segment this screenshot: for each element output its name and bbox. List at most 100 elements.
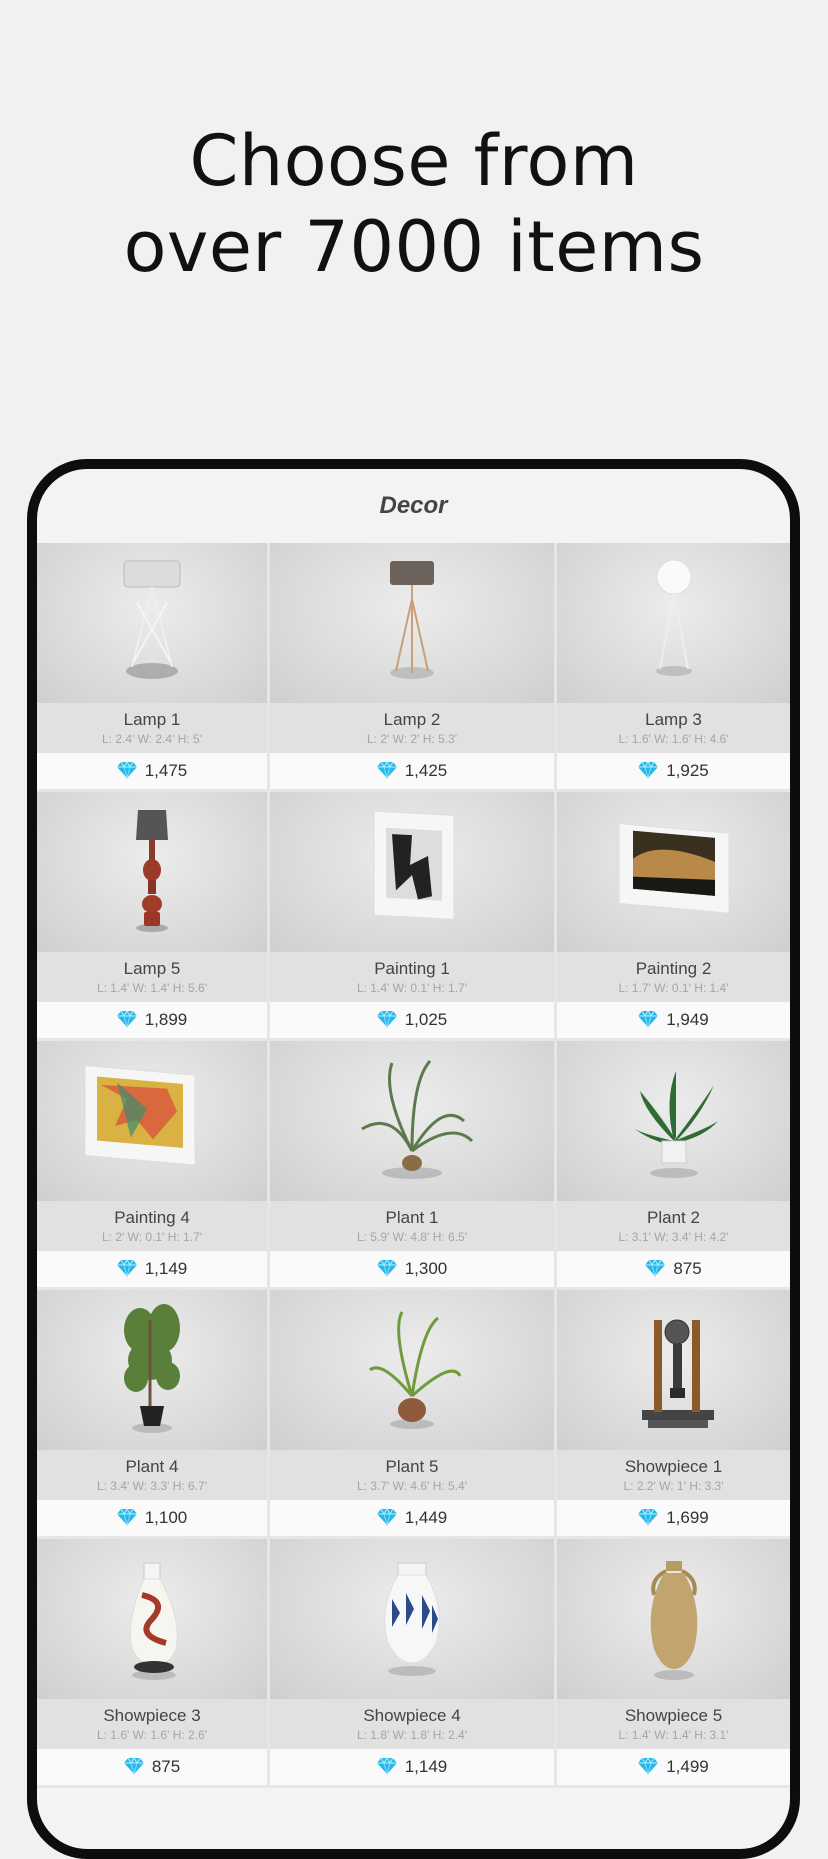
item-name: Showpiece 5	[624, 1706, 723, 1725]
item-price-value: 1,449	[404, 1508, 448, 1527]
item-image	[270, 1041, 554, 1201]
promo-headline: Choose from over 7000 items	[0, 118, 828, 290]
item-price-value: 1,025	[404, 1010, 448, 1029]
item-dimensions: L: 1.8' W: 1.8' H: 2.4'	[356, 1728, 468, 1742]
item-card[interactable]: Painting 2 L: 1.7' W: 0.1' H: 1.4' 1,949	[557, 792, 790, 1041]
item-price[interactable]: 1,025	[270, 1002, 554, 1038]
item-grid: Lamp 1 L: 2.4' W: 2.4' H: 5' 1,475 Lamp 2 L:…	[37, 543, 790, 1788]
item-image	[557, 1290, 790, 1450]
item-card[interactable]: Plant 5 L: 3.7' W: 4.6' H: 5.4' 1,449	[270, 1290, 557, 1539]
item-price-value: 1,149	[144, 1259, 188, 1278]
diamond-icon	[638, 1508, 666, 1527]
item-price[interactable]: 1,100	[37, 1500, 267, 1536]
item-card[interactable]: Lamp 1 L: 2.4' W: 2.4' H: 5' 1,475	[37, 543, 270, 792]
item-dimensions: L: 1.4' W: 1.4' H: 5.6'	[96, 981, 208, 995]
item-dimensions: L: 1.7' W: 0.1' H: 1.4'	[618, 981, 729, 995]
item-card[interactable]: Showpiece 5 L: 1.4' W: 1.4' H: 3.1' 1,499	[557, 1539, 790, 1788]
item-card[interactable]: Showpiece 3 L: 1.6' W: 1.6' H: 2.6' 875	[37, 1539, 270, 1788]
item-price[interactable]: 1,300	[270, 1251, 554, 1287]
item-name: Painting 2	[635, 959, 712, 978]
diamond-icon	[376, 1259, 405, 1278]
item-card[interactable]: Plant 4 L: 3.4' W: 3.3' H: 6.7' 1,100	[37, 1290, 270, 1539]
diamond-icon	[638, 1757, 666, 1776]
item-price[interactable]: 1,425	[270, 753, 554, 789]
item-card[interactable]: Plant 2 L: 3.1' W: 3.4' H: 4.2' 875	[557, 1041, 790, 1290]
item-price[interactable]: 875	[557, 1251, 790, 1287]
item-price[interactable]: 1,149	[37, 1251, 267, 1287]
item-info: Showpiece 4 L: 1.8' W: 1.8' H: 2.4'	[270, 1699, 554, 1749]
item-image	[37, 792, 267, 952]
item-price[interactable]: 1,699	[557, 1500, 790, 1536]
item-price-value: 1,300	[404, 1259, 448, 1278]
item-dimensions: L: 3.7' W: 4.6' H: 5.4'	[356, 1479, 468, 1493]
item-dimensions: L: 1.6' W: 1.6' H: 4.6'	[618, 732, 729, 746]
item-dimensions: L: 2' W: 0.1' H: 1.7'	[101, 1230, 203, 1244]
item-info: Showpiece 5 L: 1.4' W: 1.4' H: 3.1'	[557, 1699, 790, 1749]
item-card[interactable]: Lamp 5 L: 1.4' W: 1.4' H: 5.6' 1,899	[37, 792, 270, 1041]
item-price-value: 1,699	[666, 1508, 709, 1527]
item-card[interactable]: Showpiece 4 L: 1.8' W: 1.8' H: 2.4' 1,149	[270, 1539, 557, 1788]
item-card[interactable]: Painting 4 L: 2' W: 0.1' H: 1.7' 1,149	[37, 1041, 270, 1290]
headline-line-2: over 7000 items	[123, 206, 705, 288]
diamond-icon	[376, 761, 405, 780]
item-image	[270, 1539, 554, 1699]
item-card[interactable]: Painting 1 L: 1.4' W: 0.1' H: 1.7' 1,025	[270, 792, 557, 1041]
item-price[interactable]: 1,475	[37, 753, 267, 789]
item-dimensions: L: 3.1' W: 3.4' H: 4.2'	[618, 1230, 729, 1244]
item-image	[557, 1041, 790, 1201]
item-dimensions: L: 3.4' W: 3.3' H: 6.7'	[96, 1479, 208, 1493]
item-price[interactable]: 1,949	[557, 1002, 790, 1038]
diamond-icon	[376, 1757, 405, 1776]
item-price[interactable]: 1,925	[557, 753, 790, 789]
item-image	[37, 543, 267, 703]
item-name: Lamp 1	[123, 710, 181, 729]
item-info: Plant 4 L: 3.4' W: 3.3' H: 6.7'	[37, 1450, 267, 1500]
item-price[interactable]: 1,149	[270, 1749, 554, 1785]
item-dimensions: L: 2.4' W: 2.4' H: 5'	[101, 732, 203, 746]
screen-title: Decor	[379, 492, 448, 519]
phone-frame: Decor Lamp 1 L: 2.4' W: 2.4' H: 5' 1,475 La…	[27, 459, 800, 1859]
item-price-value: 1,499	[666, 1757, 709, 1776]
item-name: Lamp 3	[645, 710, 702, 729]
item-info: Painting 2 L: 1.7' W: 0.1' H: 1.4'	[557, 952, 790, 1002]
item-card[interactable]: Showpiece 1 L: 2.2' W: 1' H: 3.3' 1,699	[557, 1290, 790, 1539]
item-image	[557, 792, 790, 952]
item-name: Showpiece 4	[363, 1706, 461, 1725]
item-card[interactable]: Lamp 3 L: 1.6' W: 1.6' H: 4.6' 1,925	[557, 543, 790, 792]
item-dimensions: L: 5.9' W: 4.8' H: 6.5'	[356, 1230, 468, 1244]
item-name: Showpiece 1	[624, 1457, 723, 1476]
diamond-icon	[123, 1757, 152, 1776]
item-name: Showpiece 3	[103, 1706, 201, 1725]
item-card[interactable]: Plant 1 L: 5.9' W: 4.8' H: 6.5' 1,300	[270, 1041, 557, 1290]
diamond-icon	[116, 1010, 145, 1029]
item-dimensions: L: 2.2' W: 1' H: 3.3'	[623, 1479, 724, 1493]
item-name: Painting 1	[374, 959, 450, 978]
item-info: Plant 5 L: 3.7' W: 4.6' H: 5.4'	[270, 1450, 554, 1500]
item-price[interactable]: 875	[37, 1749, 267, 1785]
item-card[interactable]: Lamp 2 L: 2' W: 2' H: 5.3' 1,425	[270, 543, 557, 792]
item-price[interactable]: 1,449	[270, 1500, 554, 1536]
item-image	[37, 1539, 267, 1699]
diamond-icon	[645, 1259, 673, 1278]
diamond-icon	[116, 1259, 145, 1278]
diamond-icon	[116, 761, 145, 780]
item-price-value: 875	[151, 1757, 181, 1776]
diamond-icon	[376, 1508, 405, 1527]
item-price-value: 1,949	[666, 1010, 709, 1029]
diamond-icon	[376, 1010, 405, 1029]
item-info: Painting 1 L: 1.4' W: 0.1' H: 1.7'	[270, 952, 554, 1002]
item-name: Plant 1	[385, 1208, 439, 1227]
headline-line-1: Choose from	[189, 120, 639, 202]
item-info: Lamp 5 L: 1.4' W: 1.4' H: 5.6'	[37, 952, 267, 1002]
item-dimensions: L: 2' W: 2' H: 5.3'	[366, 732, 458, 746]
item-info: Plant 1 L: 5.9' W: 4.8' H: 6.5'	[270, 1201, 554, 1251]
item-name: Plant 2	[647, 1208, 700, 1227]
item-price[interactable]: 1,899	[37, 1002, 267, 1038]
item-info: Painting 4 L: 2' W: 0.1' H: 1.7'	[37, 1201, 267, 1251]
item-image	[557, 1539, 790, 1699]
item-name: Plant 4	[125, 1457, 179, 1476]
item-name: Plant 5	[385, 1457, 439, 1476]
item-price-value: 875	[673, 1259, 702, 1278]
item-price[interactable]: 1,499	[557, 1749, 790, 1785]
item-price-value: 1,925	[666, 761, 709, 780]
